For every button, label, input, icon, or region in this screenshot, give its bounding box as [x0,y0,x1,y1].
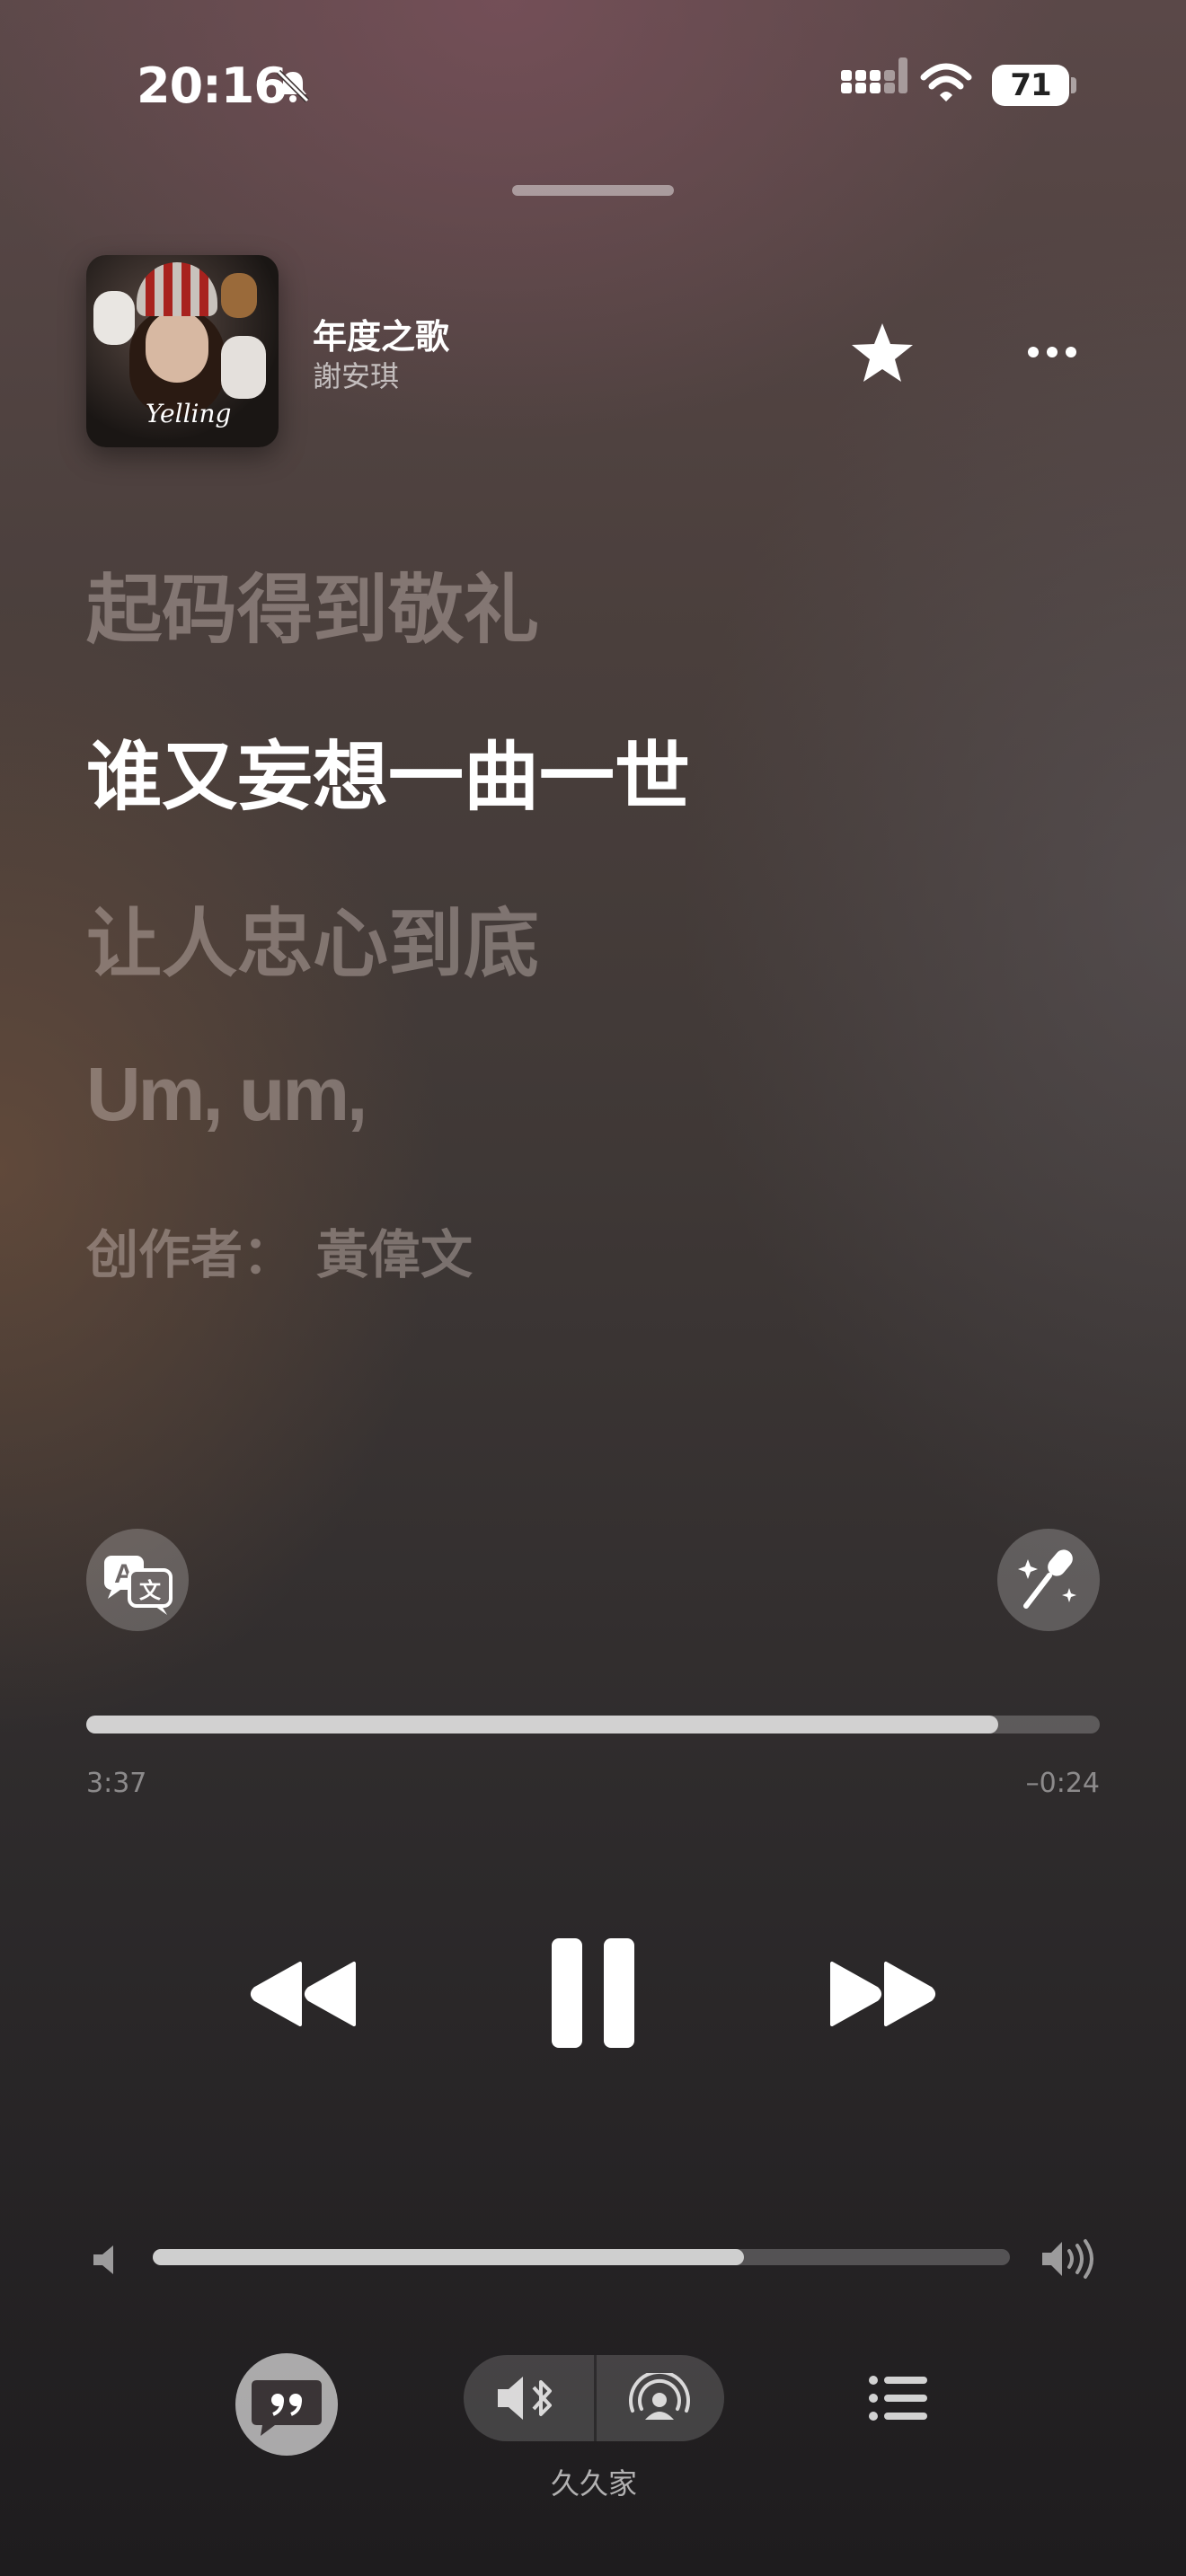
rewind-icon[interactable] [248,1958,361,2030]
credit-name: 黃偉文 [316,1224,474,1285]
more-icon[interactable] [1028,347,1076,357]
fast-forward-icon[interactable] [825,1958,938,2030]
pause-icon[interactable] [550,1936,636,2050]
song-artist[interactable]: 謝安琪 [313,354,399,395]
audio-route-control[interactable] [464,2355,724,2441]
translate-icon: A 文 [104,1556,173,1615]
album-artwork[interactable]: Yelling [86,255,279,447]
svg-text:文: 文 [139,1578,162,1603]
queue-list-icon[interactable] [866,2371,931,2425]
microphone-sparkle-icon [1018,1549,1076,1609]
playback-progress-bar[interactable] [86,1716,1100,1734]
wifi-icon [920,63,972,101]
lyric-line[interactable]: Um, um, [86,1051,367,1138]
volume-low-icon [93,2245,113,2274]
volume-slider-fill [153,2249,745,2265]
lyric-line[interactable]: 起码得到敬礼 [86,550,539,658]
credit-label: 创作者： [86,1224,296,1285]
route-divider [594,2355,597,2441]
elapsed-time: 3:37 [86,1768,147,1799]
songwriter-credit: 创作者： 黃偉文 [86,1213,473,1288]
lyrics-button[interactable] [235,2353,338,2456]
battery-level: 71 [1010,67,1051,103]
status-time: 20:16 [137,57,288,114]
bell-slash-icon [276,69,310,103]
star-icon[interactable] [850,322,915,384]
volume-slider[interactable] [153,2249,1010,2265]
sing-button[interactable] [997,1529,1100,1631]
artwork-title: Yelling [146,399,232,428]
remaining-time: –0:24 [1025,1768,1100,1799]
song-title[interactable]: 年度之歌 [313,309,449,358]
sheet-grabber[interactable] [512,185,674,196]
audio-route-label: 久久家 [550,2466,637,2501]
volume-high-icon [1042,2239,1093,2279]
lyrics-quote-icon [252,2380,322,2436]
translate-button[interactable]: A 文 [86,1529,189,1631]
speaker-bluetooth-icon[interactable] [494,2373,566,2423]
battery-icon: 71 [992,65,1069,106]
lyric-line[interactable]: 让人忠心到底 [86,884,539,992]
airplay-icon[interactable] [625,2373,694,2423]
playback-progress-fill [86,1716,999,1734]
lyric-line-active[interactable]: 谁又妄想一曲一世 [86,717,690,825]
battery-tip [1071,77,1076,93]
